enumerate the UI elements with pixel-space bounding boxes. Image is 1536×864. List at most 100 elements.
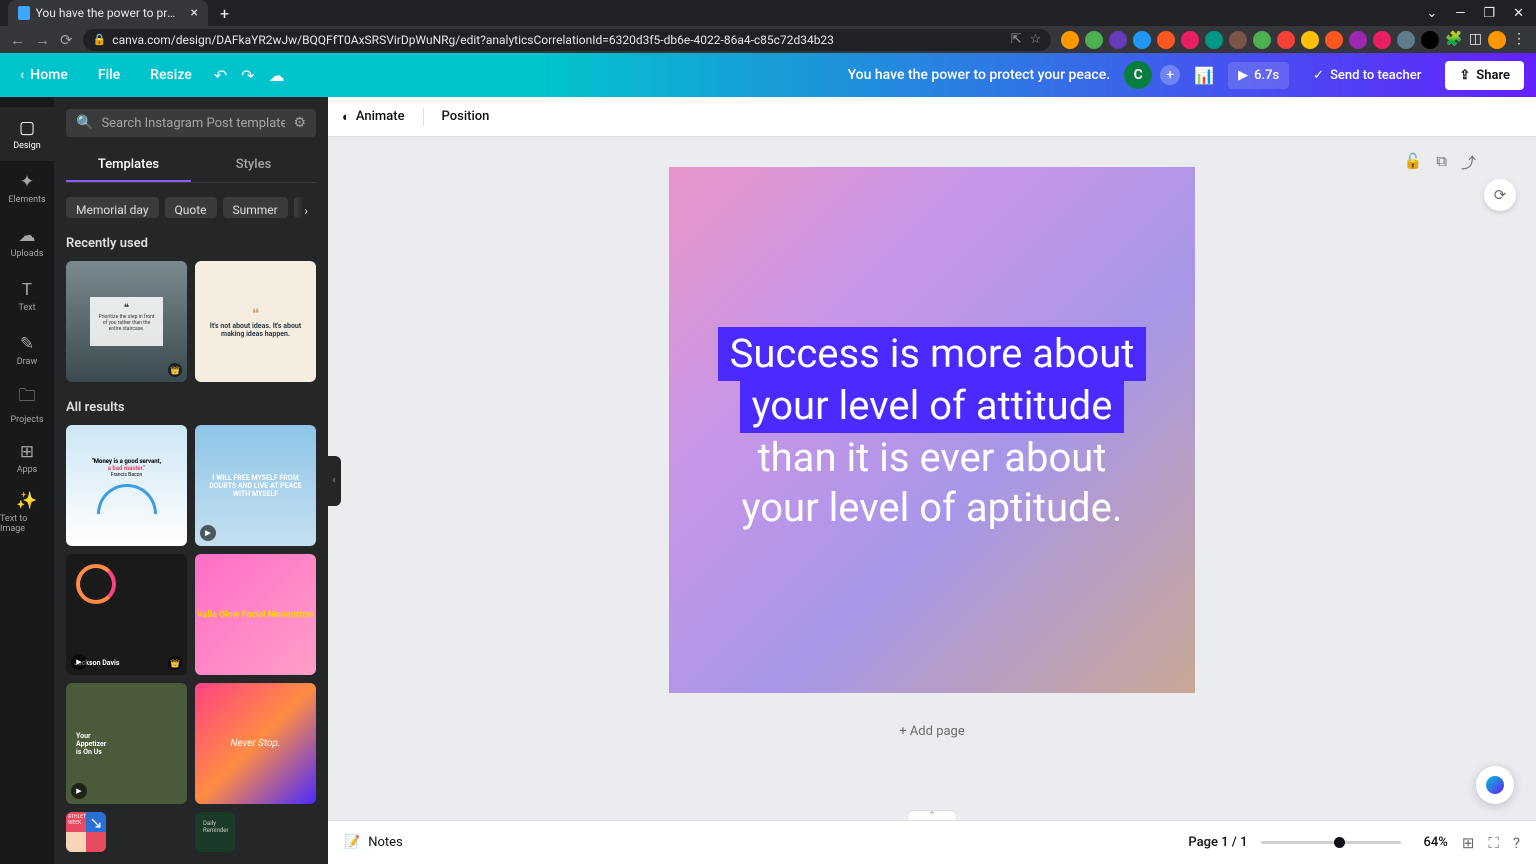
ext-icon[interactable] [1061,31,1079,49]
close-tab-icon[interactable]: × [191,5,198,21]
ext-icon[interactable] [1373,31,1391,49]
send-to-teacher-button[interactable]: ✓ Send to teacher [1303,62,1431,89]
fullscreen-icon[interactable]: ⛶ [1488,834,1499,852]
tool-elements[interactable]: ✦Elements [0,161,54,215]
filter-icon[interactable]: ⚙ [293,115,306,131]
reload-button[interactable]: ⟳ [60,31,73,49]
design-page[interactable]: Success is more about your level of atti… [669,167,1195,693]
tab-templates[interactable]: Templates [66,149,191,182]
side-panel-icon[interactable]: ◫ [1469,31,1482,49]
play-badge-icon: ▶ [71,654,87,670]
template-card[interactable]: Valla Glow Facial Moisturizer [195,554,316,675]
ext-icon[interactable] [1085,31,1103,49]
maximize-icon[interactable]: ❐ [1483,6,1495,21]
template-card[interactable]: ATHLETICS WEEK ↘ [66,812,106,852]
home-button[interactable]: ‹ Home [12,61,76,89]
add-page-button[interactable]: + Add page [669,713,1195,750]
chips-scroll-right[interactable]: › [296,197,316,218]
undo-icon[interactable]: ↶ [214,66,227,85]
ext-icon[interactable] [1325,31,1343,49]
zoom-slider[interactable] [1261,841,1401,844]
collapse-footer-handle[interactable]: ⌃ [907,810,957,820]
ext-icon[interactable] [1421,31,1439,49]
tab-styles[interactable]: Styles [191,149,316,182]
design-icon: ▢ [19,118,35,138]
template-card[interactable]: Jackson Davis ▶ 👑 [66,554,187,675]
new-tab-button[interactable]: + [220,4,229,23]
tool-projects[interactable]: 🗀Projects [0,377,54,431]
tool-apps[interactable]: ⊞Apps [0,431,54,485]
zoom-thumb[interactable] [1334,837,1345,848]
refresh-design-button[interactable]: ⟳ [1484,179,1516,211]
chip-memorial-day[interactable]: Memorial day [66,197,159,218]
ext-icon[interactable] [1229,31,1247,49]
template-card[interactable]: ❝ It's not about ideas. It's about makin… [195,261,316,382]
template-card[interactable]: ❝Prioritize the step in front of you rat… [66,261,187,382]
pro-badge-icon: 👑 [168,656,182,670]
extensions-icon[interactable]: 🧩 [1445,31,1462,49]
present-button[interactable]: ▶ 6.7s [1228,62,1289,89]
ext-icon[interactable] [1301,31,1319,49]
duplicate-page-icon[interactable]: ⧉ [1436,152,1447,173]
search-icon: 🔍 [76,115,93,131]
redo-icon[interactable]: ↷ [241,66,254,85]
ext-icon[interactable] [1181,31,1199,49]
analytics-icon[interactable]: 📊 [1194,66,1214,85]
tool-draw[interactable]: ✎Draw [0,323,54,377]
animate-button[interactable]: ◐ Animate [342,109,405,125]
menu-icon[interactable]: ⋮ [1512,31,1526,49]
close-window-icon[interactable]: ✕ [1513,6,1524,21]
section-all-results: All results [66,400,316,415]
install-icon[interactable]: ⇱ [1011,32,1022,47]
address-bar[interactable]: 🔒 canva.com/design/DAFkaYR2wJw/BQQFfT0Ax… [83,29,1052,51]
resize-button[interactable]: Resize [142,61,200,89]
tool-text[interactable]: TText [0,269,54,323]
tool-uploads[interactable]: ☁Uploads [0,215,54,269]
export-page-icon[interactable]: ⤴ [1461,152,1476,173]
browser-tab[interactable]: You have the power to protect y… × [8,0,208,26]
search-row: 🔍 ⚙ [66,109,316,137]
ext-icon[interactable] [1253,31,1271,49]
template-card[interactable]: Your Appetizer is On Us ▶ [66,683,187,804]
lock-page-icon[interactable]: 🔓 [1404,152,1423,173]
position-button[interactable]: Position [442,109,490,124]
template-card[interactable]: Never Stop. [195,683,316,804]
document-title[interactable]: You have the power to protect your peace… [848,67,1111,83]
add-collaborator-button[interactable]: + [1160,65,1180,85]
ext-icon[interactable] [1277,31,1295,49]
forward-button[interactable]: → [35,31,50,49]
chip-summer[interactable]: Summer [223,197,288,218]
magic-assist-button[interactable] [1476,766,1514,804]
url-text: canva.com/design/DAFkaYR2wJw/BQQFfT0AxSR… [112,33,834,47]
grid-view-icon[interactable]: ⊞ [1462,834,1475,852]
chip-quote[interactable]: Quote [165,197,217,218]
search-input[interactable] [101,116,285,131]
ext-icon[interactable] [1109,31,1127,49]
template-card[interactable]: I WILL FREE MYSELF FROM DOUBTS AND LIVE … [195,425,316,546]
user-avatar[interactable]: C [1124,61,1152,89]
ext-icon[interactable] [1157,31,1175,49]
tool-design[interactable]: ▢Design [0,107,54,161]
canva-favicon [18,6,30,20]
share-button[interactable]: ⇪ Share [1445,61,1524,90]
ext-icon[interactable] [1205,31,1223,49]
ext-icon[interactable] [1349,31,1367,49]
quote-text-element[interactable]: Success is more about your level of atti… [669,327,1195,533]
animate-icon: ◐ [342,109,350,125]
ext-icon[interactable] [1133,31,1151,49]
tool-text-to-image[interactable]: ✨Text to Image [0,485,54,539]
template-card[interactable]: Daily Reminder [195,812,235,852]
back-button[interactable]: ← [10,31,25,49]
file-menu[interactable]: File [90,61,128,89]
ext-icon[interactable] [1397,31,1415,49]
notes-button[interactable]: 📝 Notes [344,835,403,850]
zoom-value[interactable]: 64% [1423,835,1447,850]
section-recently-used: Recently used [66,236,316,251]
page-indicator[interactable]: Page 1 / 1 [1188,835,1247,850]
help-icon[interactable]: ? [1513,834,1520,852]
template-card[interactable]: "Money is a good servant, a bad master."… [66,425,187,546]
minimize-icon[interactable]: — [1455,6,1465,21]
profile-avatar[interactable] [1488,31,1506,49]
bookmark-icon[interactable]: ☆ [1030,32,1042,47]
chevron-down-icon[interactable]: ⌄ [1426,6,1437,21]
